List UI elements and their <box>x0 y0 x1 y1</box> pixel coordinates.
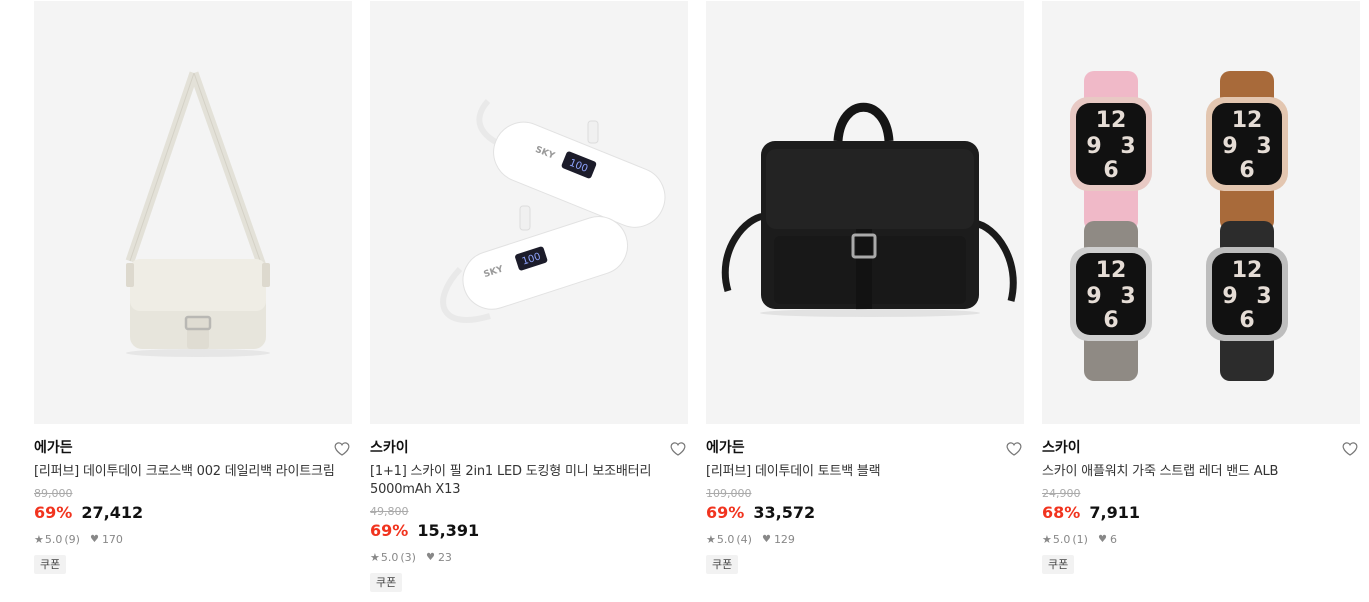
review-meta: ★ 5.0 (1) ♥ 6 <box>1042 533 1360 547</box>
coupon-badge: 쿠폰 <box>1042 555 1075 574</box>
product-card[interactable]: 12 9 3 6 12 9 3 6 12 9 3 6 12 9 3 6 스카이 … <box>1042 1 1360 574</box>
watch-pink: 12 9 3 6 <box>1070 71 1152 231</box>
sale-price: 27,412 <box>81 503 144 522</box>
dial-3: 3 <box>1256 284 1271 309</box>
original-price: 89,000 <box>34 487 73 500</box>
dial-9: 9 <box>1086 284 1101 309</box>
rating: 5.0 <box>380 551 399 564</box>
watch-grey: 12 9 3 6 <box>1070 221 1152 381</box>
sale-price: 15,391 <box>417 521 480 540</box>
rating: 5.0 <box>44 533 63 546</box>
dial-6: 6 <box>1239 308 1254 333</box>
dial-6: 6 <box>1103 158 1118 183</box>
watch-brown: 12 9 3 6 <box>1206 71 1288 231</box>
dial-9: 9 <box>1086 134 1101 159</box>
coupon-badge: 쿠폰 <box>370 573 403 592</box>
review-meta: ★ 5.0 (9) ♥ 170 <box>34 533 352 547</box>
dial-12: 12 <box>1232 258 1263 283</box>
original-price: 49,800 <box>370 505 409 518</box>
review-meta: ★ 5.0 (3) ♥ 23 <box>370 551 688 565</box>
watch-straps-illustration: 12 9 3 6 12 9 3 6 12 9 3 6 12 9 3 6 <box>1070 71 1288 381</box>
discount-rate: 69% <box>34 503 73 522</box>
sale-price: 7,911 <box>1089 503 1140 522</box>
like-count: 170 <box>101 533 123 546</box>
heart-icon[interactable] <box>1005 440 1023 458</box>
brand-name[interactable]: 스카이 <box>370 439 688 457</box>
brand-name[interactable]: 스카이 <box>1042 439 1360 457</box>
product-title[interactable]: [리퍼브] 데이투데이 토트백 블랙 <box>706 463 1016 481</box>
product-title[interactable]: 스카이 애플워치 가죽 스트랩 레더 밴드 ALB <box>1042 463 1352 481</box>
product-image[interactable] <box>706 1 1024 424</box>
star-icon: ★ <box>706 533 716 546</box>
sale-price: 33,572 <box>753 503 816 522</box>
heart-icon[interactable] <box>333 440 351 458</box>
product-grid: 에가든 [리퍼브] 데이투데이 크로스백 002 데일리백 라이트크림 89,0… <box>34 1 1360 602</box>
product-image[interactable]: 12 9 3 6 12 9 3 6 12 9 3 6 12 9 3 6 <box>1042 1 1360 424</box>
star-icon: ★ <box>1042 533 1052 546</box>
original-price: 109,000 <box>706 487 752 500</box>
product-title[interactable]: [리퍼브] 데이투데이 크로스백 002 데일리백 라이트크림 <box>34 463 344 481</box>
watch-black: 12 9 3 6 <box>1206 221 1288 381</box>
discount-rate: 68% <box>1042 503 1081 522</box>
review-count: (1) <box>1072 533 1088 546</box>
like-count: 23 <box>437 551 452 564</box>
crossbody-bag-illustration <box>125 71 270 357</box>
heart-small-icon: ♥ <box>425 552 435 563</box>
dial-6: 6 <box>1239 158 1254 183</box>
star-icon: ★ <box>370 551 380 564</box>
product-card[interactable]: 100 SKY 100 SKY 스카이 [1+1] 스카이 필 2in1 LED… <box>370 1 688 592</box>
discount-rate: 69% <box>706 503 745 522</box>
tote-bag-illustration <box>721 102 1017 317</box>
original-price: 24,900 <box>1042 487 1081 500</box>
discount-rate: 69% <box>370 521 409 540</box>
power-bank-illustration: 100 SKY 100 SKY <box>440 98 666 323</box>
heart-icon[interactable] <box>1341 440 1359 458</box>
heart-small-icon: ♥ <box>1097 534 1107 545</box>
heart-small-icon: ♥ <box>89 534 99 545</box>
dial-12: 12 <box>1232 108 1263 133</box>
dial-9: 9 <box>1222 284 1237 309</box>
dial-6: 6 <box>1103 308 1118 333</box>
coupon-badge: 쿠폰 <box>706 555 739 574</box>
review-count: (4) <box>736 533 752 546</box>
coupon-badge: 쿠폰 <box>34 555 67 574</box>
rating: 5.0 <box>716 533 735 546</box>
dial-3: 3 <box>1120 284 1135 309</box>
review-count: (9) <box>64 533 80 546</box>
product-image[interactable] <box>34 1 352 424</box>
heart-small-icon: ♥ <box>761 534 771 545</box>
star-icon: ★ <box>34 533 44 546</box>
dial-12: 12 <box>1096 258 1127 283</box>
review-meta: ★ 5.0 (4) ♥ 129 <box>706 533 1024 547</box>
review-count: (3) <box>400 551 416 564</box>
dial-3: 3 <box>1256 134 1271 159</box>
product-title[interactable]: [1+1] 스카이 필 2in1 LED 도킹형 미니 보조배터리 5000mA… <box>370 463 680 499</box>
dial-9: 9 <box>1222 134 1237 159</box>
dial-3: 3 <box>1120 134 1135 159</box>
brand-name[interactable]: 에가든 <box>706 439 1024 457</box>
product-card[interactable]: 에가든 [리퍼브] 데이투데이 크로스백 002 데일리백 라이트크림 89,0… <box>34 1 352 574</box>
product-card[interactable]: 에가든 [리퍼브] 데이투데이 토트백 블랙 109,000 69% 33,57… <box>706 1 1024 574</box>
rating: 5.0 <box>1052 533 1071 546</box>
dial-12: 12 <box>1096 108 1127 133</box>
like-count: 129 <box>773 533 795 546</box>
like-count: 6 <box>1109 533 1117 546</box>
product-image[interactable]: 100 SKY 100 SKY <box>370 1 688 424</box>
brand-name[interactable]: 에가든 <box>34 439 352 457</box>
heart-icon[interactable] <box>669 440 687 458</box>
